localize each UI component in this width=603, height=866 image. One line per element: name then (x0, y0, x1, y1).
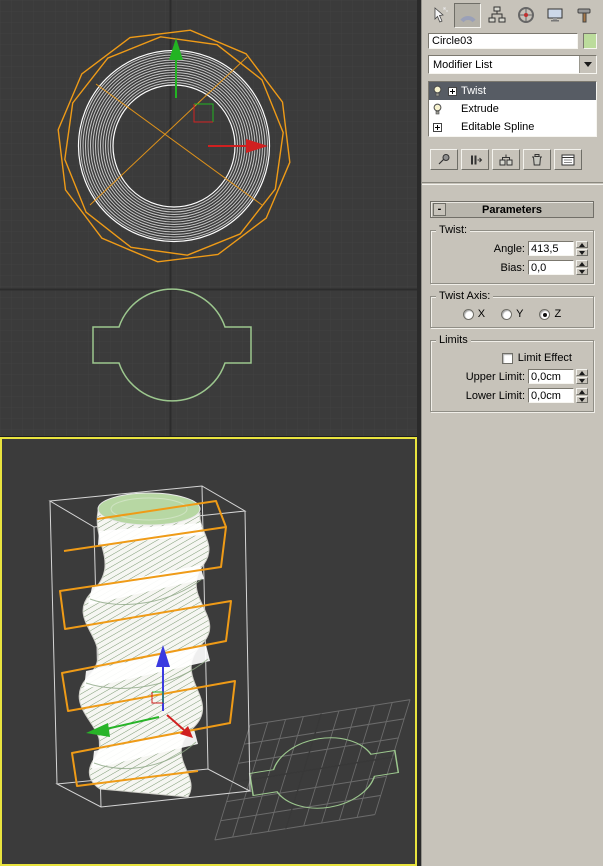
collapse-rollout-button[interactable]: - (433, 203, 446, 216)
bulb-icon[interactable] (431, 103, 443, 116)
limit-effect-checkbox[interactable] (501, 352, 513, 364)
make-unique-icon (499, 154, 513, 165)
utilities-hammer-icon (577, 8, 590, 23)
expand-plus-icon[interactable] (446, 86, 458, 96)
angle-label: Angle: (493, 242, 525, 255)
spin-down-button[interactable] (576, 268, 588, 275)
tab-hierarchy[interactable] (483, 3, 510, 28)
upper-limit-row: Upper Limit: (436, 367, 588, 386)
object-color-swatch[interactable] (583, 33, 597, 49)
expand-plus-icon[interactable] (431, 122, 443, 132)
modifier-label: Twist (461, 85, 487, 97)
display-monitor-icon (547, 8, 562, 22)
spin-up-button[interactable] (576, 369, 588, 376)
tab-motion[interactable] (512, 3, 539, 28)
tab-modify[interactable] (454, 2, 481, 28)
viewport-top[interactable] (0, 0, 417, 437)
configure-sets-icon (561, 154, 575, 165)
show-end-result-icon (471, 155, 483, 164)
modifier-label: Editable Spline (461, 121, 535, 133)
spin-up-button[interactable] (576, 241, 588, 248)
create-arrow-icon (434, 7, 448, 23)
hierarchy-boxes-icon (488, 6, 505, 23)
twist-axis-group: Twist Axis: X Y Z (430, 290, 594, 328)
axis-x-label: X (477, 308, 486, 320)
panel-divider (422, 182, 603, 185)
angle-spinner[interactable] (576, 241, 588, 256)
upper-limit-spinner[interactable] (576, 369, 588, 384)
axis-z-label: Z (554, 308, 562, 320)
upper-limit-input[interactable] (528, 369, 574, 384)
trash-icon (532, 153, 542, 165)
tab-utilities[interactable] (570, 3, 597, 28)
bulb-icon[interactable] (431, 85, 443, 98)
pin-icon (438, 153, 450, 164)
spin-down-button[interactable] (576, 249, 588, 256)
3dsmax-window: Modifier List Twist (0, 0, 603, 866)
angle-input[interactable] (528, 241, 574, 256)
motion-wheel-icon (517, 7, 534, 23)
spin-down-button[interactable] (576, 396, 588, 403)
limits-group: Limits Limit Effect Upper Limit: Lower L… (430, 334, 594, 412)
rollout-title: Parameters (482, 203, 542, 216)
spin-up-button[interactable] (576, 388, 588, 395)
perspective-canvas (2, 439, 415, 864)
limit-effect-row: Limit Effect (436, 349, 588, 367)
angle-row: Angle: (436, 239, 588, 258)
twist-group-title: Twist: (436, 224, 471, 236)
modifier-list-label: Modifier List (433, 59, 493, 71)
tab-display[interactable] (541, 3, 568, 28)
lower-limit-row: Lower Limit: (436, 386, 588, 405)
axis-z-radio[interactable] (539, 308, 551, 320)
modifier-stack-item-extrude[interactable]: Extrude (429, 100, 596, 118)
modifier-list-row: Modifier List (422, 51, 603, 76)
configure-modifier-sets-button[interactable] (554, 149, 582, 170)
modifier-stack: Twist Extrude Editable Spline (428, 81, 597, 137)
object-name-row (422, 28, 603, 51)
chevron-down-icon (584, 62, 592, 71)
bias-label: Bias: (500, 261, 525, 274)
show-end-result-button[interactable] (461, 149, 489, 170)
twist-group: Twist: Angle: Bias: (430, 224, 594, 284)
modifier-label: Extrude (461, 103, 499, 115)
spin-up-button[interactable] (576, 260, 588, 267)
remove-modifier-button[interactable] (523, 149, 551, 170)
pin-stack-button[interactable] (430, 149, 458, 170)
parameters-rollout-header[interactable]: - Parameters (430, 201, 594, 218)
lower-limit-input[interactable] (528, 388, 574, 403)
viewport-grid (0, 0, 417, 436)
modify-arc-icon (459, 16, 476, 23)
modifier-list-dropdown[interactable]: Modifier List (428, 55, 597, 74)
limit-effect-label: Limit Effect (517, 352, 572, 364)
twist-axis-group-title: Twist Axis: (436, 290, 494, 302)
axis-y-label: Y (516, 308, 524, 320)
make-unique-button[interactable] (492, 149, 520, 170)
spin-down-button[interactable] (576, 377, 588, 384)
axis-x-radio[interactable] (462, 308, 474, 320)
tab-create[interactable] (425, 3, 452, 28)
dropdown-arrow-button[interactable] (579, 56, 596, 73)
lower-limit-label: Lower Limit: (465, 389, 525, 402)
command-panel: Modifier List Twist (421, 0, 603, 866)
axis-radio-row: X Y Z (436, 305, 588, 321)
lower-limit-spinner[interactable] (576, 388, 588, 403)
command-panel-tabs (422, 0, 603, 28)
top-view-canvas (0, 0, 417, 436)
viewport-perspective-active[interactable] (0, 437, 417, 866)
limits-group-title: Limits (436, 334, 471, 346)
axis-y-radio[interactable] (501, 308, 513, 320)
upper-limit-label: Upper Limit: (465, 370, 525, 383)
modifier-stack-toolbar (422, 137, 603, 174)
object-name-input[interactable] (428, 33, 578, 49)
axis-y-option[interactable]: Y (501, 308, 523, 320)
bias-input[interactable] (528, 260, 574, 275)
axis-x-option[interactable]: X (462, 308, 486, 320)
modifier-stack-item-editable-spline[interactable]: Editable Spline (429, 118, 596, 136)
modifier-stack-item-twist[interactable]: Twist (429, 82, 596, 100)
bias-row: Bias: (436, 258, 588, 277)
axis-z-option[interactable]: Z (539, 308, 561, 320)
bias-spinner[interactable] (576, 260, 588, 275)
